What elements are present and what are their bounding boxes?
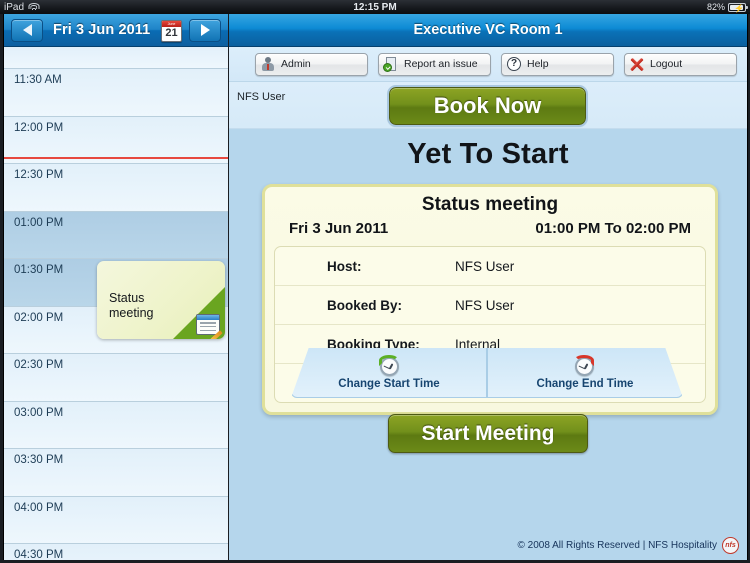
table-row: Host: NFS User <box>275 247 705 286</box>
toolbar-button-label: Report an issue <box>404 58 478 70</box>
timeslot-row[interactable]: 01:00 PM <box>4 211 228 259</box>
timeslot-label: 04:00 PM <box>14 501 64 514</box>
toolbar-button-help[interactable]: ? Help <box>501 52 614 76</box>
clock-red-arrow-icon <box>574 354 595 376</box>
previous-day-button[interactable] <box>11 18 43 42</box>
toolbar-button-admin[interactable]: Admin <box>255 52 368 76</box>
timeslot-label: 11:30 AM <box>14 74 62 86</box>
detail-key: Booked By: <box>327 297 403 313</box>
timeslot-label: 02:00 PM <box>14 311 64 324</box>
current-time-indicator <box>4 157 228 159</box>
timeslot-label: 01:00 PM <box>14 216 64 229</box>
room-title-bar: Executive VC Room 1 <box>229 14 747 47</box>
calendar-header: Fri 3 Jun 2011 June 21 <box>4 14 228 47</box>
timeslot-list[interactable]: 11:30 AM 12:00 PM 12:30 PM 01:00 PM 01:30 PM… <box>4 47 228 560</box>
status-bar-right: 82% ⚡ <box>706 2 748 13</box>
calendar-sidebar: Fri 3 Jun 2011 June 21 11:30 AM 12:00 PM 1… <box>3 14 228 560</box>
status-bar-clock: 12:15 PM <box>353 1 397 13</box>
timeslot-row[interactable]: 03:00 PM <box>4 401 228 449</box>
tab-change-end-time[interactable]: Change End Time <box>487 348 683 398</box>
book-now-button[interactable]: Book Now <box>387 85 588 127</box>
toolbar-button-label: Logout <box>650 58 683 70</box>
calendar-icon[interactable]: June 21 <box>161 20 182 42</box>
timeslot-row[interactable]: 11:30 AM <box>4 69 228 117</box>
meeting-datetime-row: Fri 3 Jun 2011 01:00 PM To 02:00 PM <box>265 220 715 246</box>
timeslot-label: 04:30 PM <box>14 549 64 560</box>
clock-green-arrow-icon <box>378 354 399 376</box>
timeslot-row[interactable]: 04:30 PM <box>4 544 228 560</box>
triangle-left-icon <box>22 24 32 36</box>
tab-change-start-time[interactable]: Change Start Time <box>291 348 487 398</box>
tab-label: Change Start Time <box>338 377 440 390</box>
room-detail-panel: Executive VC Room 1 Admin Report an issue… <box>229 14 748 560</box>
timeslot-label: 02:30 PM <box>14 359 64 371</box>
book-now-row: NFS User Book Now <box>229 82 747 129</box>
tab-label: Change End Time <box>536 377 634 390</box>
toolbar-button-logout[interactable]: Logout <box>624 52 737 76</box>
ipad-screen: iPad 12:15 PM 82% ⚡ Fri 3 Jun 2011 June … <box>0 0 750 563</box>
red-x-icon <box>630 57 644 71</box>
timeslot-row[interactable]: 04:00 PM <box>4 496 228 544</box>
footer: © 2008 All Rights Reserved | NFS Hospita… <box>517 537 739 554</box>
page-title: Executive VC Room 1 <box>413 22 563 38</box>
time-change-tabs: Change Start Time Change End Time <box>291 348 683 398</box>
toolbar-button-label: Admin <box>281 58 311 70</box>
meeting-title: Status meeting <box>421 194 559 215</box>
ios-status-bar: iPad 12:15 PM 82% ⚡ <box>0 0 750 14</box>
timeslot-row[interactable]: 12:30 PM <box>4 164 228 212</box>
table-row: Booked By: NFS User <box>275 286 705 325</box>
timeslot-row[interactable] <box>4 47 228 69</box>
calendar-event-card[interactable]: Status meeting <box>97 261 225 339</box>
battery-percent-label: 82% <box>706 2 725 12</box>
timeslot-label: 03:30 PM <box>14 454 64 466</box>
triangle-right-icon <box>200 24 210 36</box>
battery-charging-icon: ⚡ <box>728 2 748 13</box>
timeslot-label: 12:30 PM <box>14 169 64 181</box>
detail-key: Host: <box>327 258 362 274</box>
start-meeting-button[interactable]: Start Meeting <box>388 414 588 453</box>
timeslot-row[interactable]: 03:30 PM <box>4 449 228 497</box>
timeslot-label: 12:00 PM <box>14 121 64 134</box>
next-day-button[interactable] <box>189 18 221 42</box>
timeslot-label: 01:30 PM <box>14 264 64 276</box>
toolbar-button-label: Help <box>527 58 549 70</box>
person-icon <box>261 57 275 71</box>
question-circle-icon: ? <box>507 57 521 71</box>
main-content: Yet To Start Status meeting Fri 3 Jun 20… <box>229 129 747 560</box>
detail-value: NFS User <box>455 297 515 313</box>
meeting-time-range: 01:00 PM To 02:00 PM <box>535 220 691 237</box>
toolbar: Admin Report an issue? Help Logout <box>229 47 747 82</box>
calendar-icon-day: 21 <box>165 27 178 39</box>
detail-value: NFS User <box>455 258 515 274</box>
meeting-state-heading: Yet To Start <box>407 138 569 170</box>
timeslot-row[interactable]: 02:30 PM <box>4 354 228 402</box>
current-user-label: NFS User <box>237 91 286 103</box>
meeting-date: Fri 3 Jun 2011 <box>289 220 389 237</box>
toolbar-button-report-an-issue[interactable]: Report an issue <box>378 52 491 76</box>
copyright-text: © 2008 All Rights Reserved | NFS Hospita… <box>517 540 718 551</box>
timeslot-label: 03:00 PM <box>14 406 64 419</box>
document-check-icon <box>383 57 398 72</box>
nfs-logo-icon: nfs <box>722 537 739 554</box>
